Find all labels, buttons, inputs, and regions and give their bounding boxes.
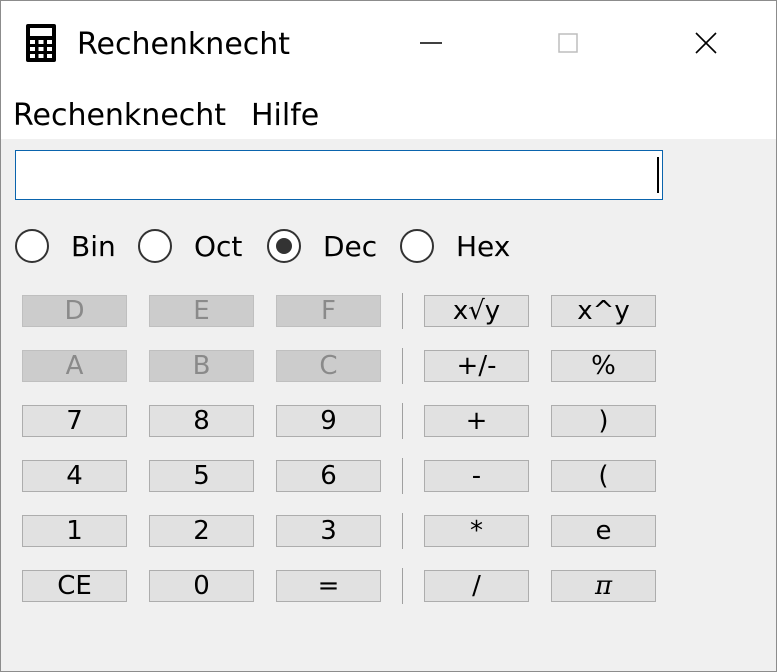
key-f[interactable]: F (276, 295, 381, 327)
key-close-paren[interactable]: ) (551, 405, 656, 437)
key-3[interactable]: 3 (276, 515, 381, 547)
key-pi[interactable]: π (551, 570, 656, 602)
key-power[interactable]: x^y (551, 295, 656, 327)
key-euler[interactable]: e (551, 515, 656, 547)
key-multiply[interactable]: * (424, 515, 529, 547)
key-open-paren[interactable]: ( (551, 460, 656, 492)
keypad-separator (402, 568, 403, 604)
key-7[interactable]: 7 (22, 405, 127, 437)
close-button[interactable] (676, 21, 736, 67)
mode-oct-label: Oct (194, 229, 243, 263)
calculator-window: Rechenknecht Rechenknecht Hilfe Bin Oct … (0, 0, 777, 672)
key-0[interactable]: 0 (149, 570, 254, 602)
mode-bin-label: Bin (71, 229, 116, 263)
keypad-separator (402, 293, 403, 329)
keypad-separator (402, 403, 403, 439)
key-1[interactable]: 1 (22, 515, 127, 547)
menu-rechenknecht[interactable]: Rechenknecht (13, 97, 226, 135)
display-field[interactable] (15, 150, 663, 200)
menu-bar: Rechenknecht Hilfe (1, 89, 776, 139)
key-6[interactable]: 6 (276, 460, 381, 492)
radio-circle[interactable] (15, 229, 49, 263)
key-percent[interactable]: % (551, 350, 656, 382)
radio-circle[interactable] (138, 229, 172, 263)
maximize-icon (558, 33, 578, 53)
minimize-icon (420, 42, 442, 44)
window-title: Rechenknecht (77, 27, 291, 62)
key-4[interactable]: 4 (22, 460, 127, 492)
key-minus[interactable]: - (424, 460, 529, 492)
mode-dec-label: Dec (323, 229, 378, 263)
mode-hex-label: Hex (456, 229, 511, 263)
key-divide[interactable]: / (424, 570, 529, 602)
key-equals[interactable]: = (276, 570, 381, 602)
keypad-separator (402, 513, 403, 549)
radio-circle-selected[interactable] (267, 229, 301, 263)
close-icon (695, 32, 717, 54)
key-root[interactable]: x√y (424, 295, 529, 327)
key-e[interactable]: E (149, 295, 254, 327)
key-a[interactable]: A (22, 350, 127, 382)
key-c[interactable]: C (276, 350, 381, 382)
key-9[interactable]: 9 (276, 405, 381, 437)
key-d[interactable]: D (22, 295, 127, 327)
mode-dec-radio[interactable]: Dec (267, 226, 377, 266)
keypad-separator (402, 458, 403, 494)
minimize-button[interactable] (401, 21, 461, 67)
mode-oct-radio[interactable]: Oct (138, 226, 242, 266)
key-plus[interactable]: + (424, 405, 529, 437)
key-8[interactable]: 8 (149, 405, 254, 437)
keypad-separator (402, 348, 403, 384)
mode-bin-radio[interactable]: Bin (15, 226, 116, 266)
key-b[interactable]: B (149, 350, 254, 382)
key-2[interactable]: 2 (149, 515, 254, 547)
radio-circle[interactable] (400, 229, 434, 263)
text-caret (657, 157, 659, 193)
display-input[interactable] (16, 151, 662, 199)
mode-hex-radio[interactable]: Hex (400, 226, 510, 266)
title-bar[interactable]: Rechenknecht (1, 1, 776, 89)
maximize-button[interactable] (538, 21, 598, 67)
key-5[interactable]: 5 (149, 460, 254, 492)
calculator-icon (26, 24, 56, 62)
key-clear-entry[interactable]: CE (22, 570, 127, 602)
key-negate[interactable]: +/- (424, 350, 529, 382)
menu-help[interactable]: Hilfe (251, 97, 319, 135)
